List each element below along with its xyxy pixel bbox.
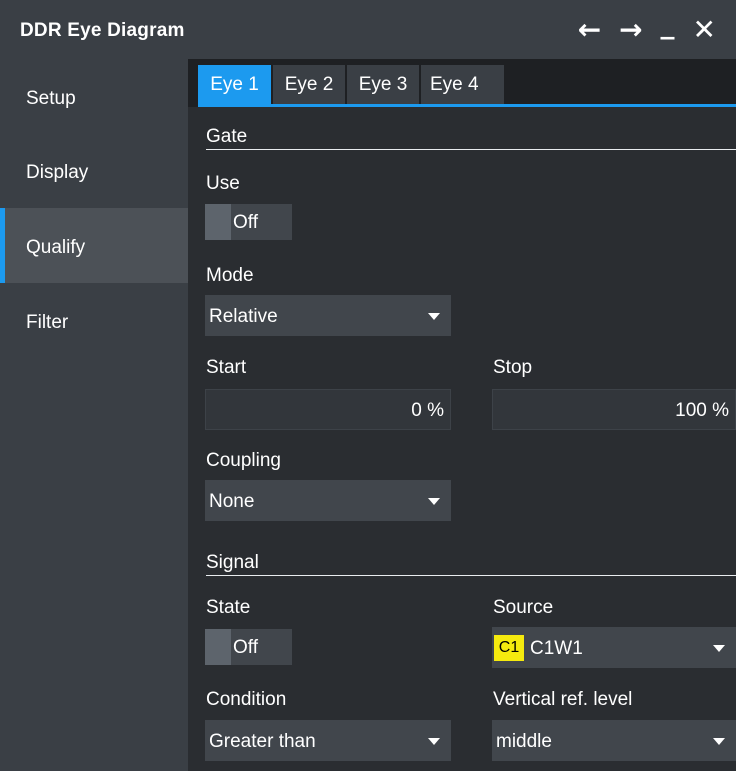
sidebar-item-qualify[interactable]: Qualify bbox=[0, 208, 188, 283]
start-field[interactable]: 0 % bbox=[205, 389, 451, 430]
use-toggle-value: Off bbox=[233, 212, 258, 233]
arrow-right-icon[interactable]: → bbox=[619, 16, 642, 44]
tab-eye-4[interactable]: Eye 4 bbox=[421, 65, 504, 104]
condition-dropdown[interactable]: Greater than bbox=[205, 720, 451, 761]
condition-label: Condition bbox=[206, 689, 287, 710]
stop-field[interactable]: 100 % bbox=[492, 389, 736, 430]
coupling-dropdown[interactable]: None bbox=[205, 480, 451, 521]
title-bar: DDR Eye Diagram ← → _ ✕ bbox=[0, 0, 736, 59]
chevron-down-icon bbox=[428, 313, 440, 320]
window-controls: ← → _ ✕ bbox=[578, 10, 716, 46]
mode-dropdown[interactable]: Relative bbox=[205, 295, 451, 336]
vertical-ref-level-label: Vertical ref. level bbox=[493, 689, 633, 710]
minimize-icon[interactable]: _ bbox=[661, 10, 675, 38]
chevron-down-icon bbox=[428, 738, 440, 745]
sidebar-item-display[interactable]: Display bbox=[0, 133, 188, 208]
source-channel-badge: C1 bbox=[494, 635, 524, 661]
chevron-down-icon bbox=[713, 645, 725, 652]
toggle-knob bbox=[205, 629, 231, 665]
vertical-ref-level-dropdown[interactable]: middle bbox=[492, 720, 736, 761]
tab-eye-2[interactable]: Eye 2 bbox=[273, 65, 345, 104]
state-label: State bbox=[206, 597, 251, 618]
tab-eye-1[interactable]: Eye 1 bbox=[198, 65, 271, 104]
start-label: Start bbox=[206, 357, 247, 378]
main-panel: Eye 1 Eye 2 Eye 3 Eye 4 Gate Use Off Mod… bbox=[188, 59, 736, 771]
start-value: 0 % bbox=[411, 400, 444, 421]
tab-underline bbox=[198, 104, 736, 107]
chevron-down-icon bbox=[713, 738, 725, 745]
use-label: Use bbox=[206, 173, 240, 194]
gate-section-title: Gate bbox=[206, 126, 248, 147]
arrow-left-icon[interactable]: ← bbox=[578, 16, 601, 44]
signal-section-title: Signal bbox=[206, 552, 259, 573]
state-toggle-value: Off bbox=[233, 637, 258, 658]
stop-value: 100 % bbox=[675, 400, 729, 421]
source-label: Source bbox=[493, 597, 554, 618]
signal-divider bbox=[206, 575, 736, 576]
condition-value: Greater than bbox=[209, 731, 316, 752]
stop-label: Stop bbox=[493, 357, 533, 378]
tab-eye-3[interactable]: Eye 3 bbox=[347, 65, 419, 104]
sidebar-item-setup[interactable]: Setup bbox=[0, 59, 188, 134]
sidebar-item-label: Setup bbox=[26, 88, 76, 109]
vertical-ref-level-value: middle bbox=[496, 731, 552, 752]
coupling-label: Coupling bbox=[206, 450, 281, 471]
sidebar-item-label: Display bbox=[26, 162, 89, 183]
sidebar: Setup Display Qualify Filter bbox=[0, 59, 188, 771]
state-toggle[interactable]: Off bbox=[205, 629, 292, 665]
sidebar-item-label: Filter bbox=[26, 312, 69, 333]
window-title: DDR Eye Diagram bbox=[20, 20, 185, 41]
mode-value: Relative bbox=[209, 306, 278, 327]
gate-divider bbox=[206, 149, 736, 150]
chevron-down-icon bbox=[428, 498, 440, 505]
use-toggle[interactable]: Off bbox=[205, 204, 292, 240]
close-icon[interactable]: ✕ bbox=[693, 16, 716, 44]
sidebar-item-label: Qualify bbox=[26, 237, 86, 258]
coupling-value: None bbox=[209, 491, 255, 512]
sidebar-item-filter[interactable]: Filter bbox=[0, 283, 188, 358]
eye-tab-bar: Eye 1 Eye 2 Eye 3 Eye 4 bbox=[188, 59, 736, 107]
mode-label: Mode bbox=[206, 265, 254, 286]
source-dropdown[interactable]: C1 C1W1 bbox=[492, 627, 736, 668]
source-value: C1W1 bbox=[530, 638, 583, 659]
toggle-knob bbox=[205, 204, 231, 240]
